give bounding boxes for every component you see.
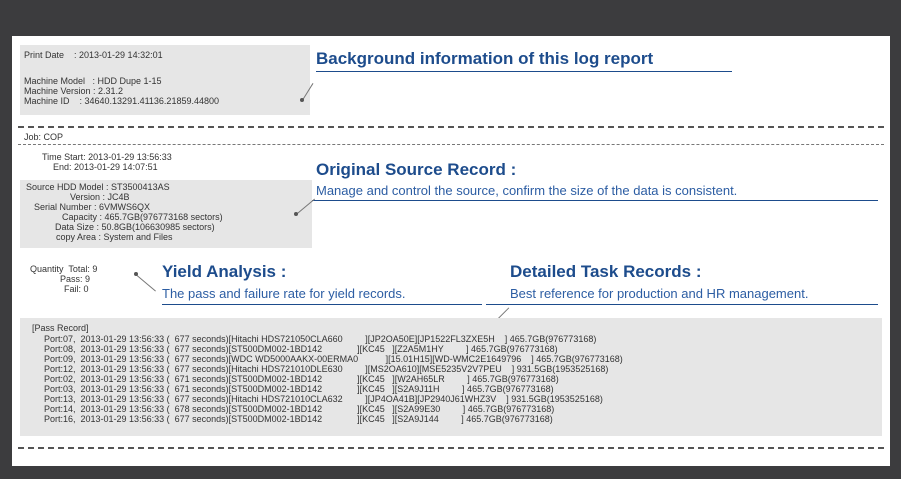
yield-callout-subtitle: The pass and failure rate for yield reco…	[162, 286, 406, 301]
quantity-total: Quantity Total: 9	[30, 264, 98, 274]
source-serial: Serial Number : 6VMWS6QX	[34, 202, 151, 212]
yield-callout-leader	[135, 274, 156, 292]
source-capacity: Capacity : 465.7GB(976773168 sectors)	[62, 212, 223, 222]
time-start: Time Start: 2013-01-29 13:56:33	[42, 152, 172, 162]
background-callout-title: Background information of this log repor…	[316, 49, 654, 68]
source-data-size: Data Size : 50.8GB(106630985 sectors)	[55, 222, 215, 232]
source-copy-area: copy Area : System and Files	[56, 232, 173, 242]
table-row: Port:03, 2013-01-29 13:56:33 ( 671 secon…	[44, 384, 554, 394]
separator-bottom	[18, 447, 884, 449]
machine-model: Machine Model : HDD Dupe 1-15	[24, 76, 162, 86]
source-version: Version : JC4B	[70, 192, 130, 202]
print-date: Print Date : 2013-01-29 14:32:01	[24, 50, 163, 60]
screenshot-frame: Print Date : 2013-01-29 14:32:01 Machine…	[0, 0, 901, 479]
separator-job	[18, 144, 884, 145]
detailed-callout-title: Detailed Task Records :	[510, 262, 702, 281]
time-end: End: 2013-01-29 14:07:51	[53, 162, 158, 172]
table-row: Port:13, 2013-01-29 13:56:33 ( 677 secon…	[44, 394, 603, 404]
quantity-pass: Pass: 9	[60, 274, 91, 284]
background-callout-dot	[300, 98, 304, 102]
table-row: Port:14, 2013-01-29 13:56:33 ( 678 secon…	[44, 404, 555, 414]
machine-version: Machine Version : 2.31.2	[24, 86, 124, 96]
table-row: Port:12, 2013-01-29 13:56:33 ( 677 secon…	[44, 364, 609, 374]
original-callout-subtitle: Manage and control the source, confirm t…	[316, 183, 738, 198]
table-row: Port:02, 2013-01-29 13:56:33 ( 671 secon…	[44, 374, 559, 384]
detailed-callout-subtitle: Best reference for production and HR man…	[510, 286, 809, 301]
machine-id: Machine ID : 34640.13291.41136.21859.448…	[24, 96, 219, 106]
table-row: Port:08, 2013-01-29 13:56:33 ( 677 secon…	[44, 344, 558, 354]
log-report-page: Print Date : 2013-01-29 14:32:01 Machine…	[12, 36, 890, 466]
quantity-fail: Fail: 0	[64, 284, 89, 294]
table-row: Port:09, 2013-01-29 13:56:33 ( 677 secon…	[44, 354, 623, 364]
job-label: Job: COP	[24, 132, 64, 142]
yield-callout-underline	[162, 304, 482, 305]
table-row: Port:07, 2013-01-29 13:56:33 ( 677 secon…	[44, 334, 597, 344]
yield-callout-dot	[134, 272, 138, 276]
source-model: Source HDD Model : ST3500413AS	[26, 182, 170, 192]
separator-top	[18, 126, 884, 128]
original-callout-dot	[294, 212, 298, 216]
table-row: Port:16, 2013-01-29 13:56:33 ( 677 secon…	[44, 414, 553, 424]
original-callout-underline	[312, 200, 878, 201]
pass-record-header: [Pass Record]	[32, 323, 89, 333]
yield-callout-title: Yield Analysis :	[162, 262, 287, 281]
background-callout-underline	[316, 71, 732, 72]
original-callout-title: Original Source Record :	[316, 160, 517, 179]
detailed-callout-underline	[486, 304, 878, 305]
